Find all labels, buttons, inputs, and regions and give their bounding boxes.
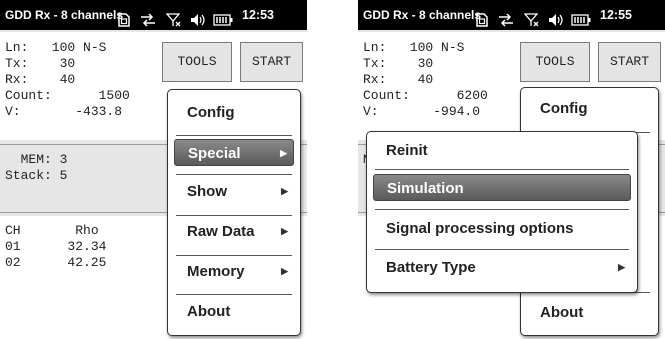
submenu-item-reinit[interactable]: Reinit [373,137,631,164]
voltage-readout: V: -433.8 [5,104,123,119]
start-button[interactable]: START [240,42,303,82]
stack-readout: Stack: 5 [5,168,68,183]
app-title[interactable]: GDD Rx - 8 channels [5,0,123,30]
submenu-item-signal-processing[interactable]: Signal processing options [373,215,631,242]
menu-item-label: Battery Type [386,259,476,276]
device-screen-1: GDD Rx - 8 channels 12:53 Ln: 100 N-S Tx… [0,0,307,339]
menu-item-config[interactable]: Config [527,95,652,122]
menu-item-label: Raw Data [187,223,255,240]
menu-item-show[interactable]: Show ▶ [174,178,294,205]
chevron-right-icon: ▶ [618,262,625,272]
mem-readout: MEM: 3 [5,152,68,167]
menu-separator [375,169,629,170]
menu-separator [176,294,292,295]
submenu-item-battery-type[interactable]: Battery Type ▶ [373,254,631,281]
menu-item-memory[interactable]: Memory ▶ [174,258,294,285]
menu-separator [375,209,629,210]
chevron-right-icon: ▶ [280,148,287,158]
clock: 12:53 [242,8,274,22]
app-title[interactable]: GDD Rx - 8 channels [363,0,481,30]
chevron-right-icon: ▶ [281,186,288,196]
menu-item-label: Special [188,145,241,162]
menu-item-about[interactable]: About [527,299,652,326]
menu-item-label: Memory [187,263,245,280]
chevron-right-icon: ▶ [281,226,288,236]
count-readout: Count: 1500 [5,88,130,103]
line-readout: Ln: 100 N-S [5,40,107,55]
tx-readout: Tx: 30 [363,56,434,71]
count-readout: Count: 6200 [363,88,488,103]
voltage-readout: V: -994.0 [363,104,481,119]
menu-item-label: Show [187,183,227,200]
status-bar: GDD Rx - 8 channels 12:53 [0,0,307,30]
menu-item-config[interactable]: Config [174,99,294,126]
menu-item-special[interactable]: Special ▶ [174,139,294,166]
special-submenu: Reinit Simulation Signal processing opti… [366,131,638,293]
menu-item-raw-data[interactable]: Raw Data ▶ [174,218,294,245]
table-row[interactable]: 02 42.25 [5,255,106,270]
tools-button[interactable]: TOOLS [162,42,232,82]
menu-separator [176,215,292,216]
tools-button[interactable]: TOOLS [520,42,590,82]
tools-menu: Config Special ▶ Show ▶ Raw Data ▶ Memor… [167,89,301,336]
rx-readout: Rx: 40 [5,72,76,87]
grid-header: CH Rho [5,223,99,238]
menu-separator [176,174,292,175]
menu-separator [176,135,292,136]
start-button[interactable]: START [598,42,661,82]
rx-readout: Rx: 40 [363,72,434,87]
submenu-item-simulation[interactable]: Simulation [373,174,631,201]
clock: 12:55 [600,8,632,22]
menu-separator [375,249,629,250]
menu-separator [176,255,292,256]
line-readout: Ln: 100 N-S [363,40,465,55]
status-bar: GDD Rx - 8 channels 12:55 [358,0,665,30]
device-screen-2: GDD Rx - 8 channels 12:55 Ln: 100 N-S Tx… [358,0,665,339]
menu-item-about[interactable]: About [174,298,294,325]
table-row[interactable]: 01 32.34 [5,239,106,254]
chevron-right-icon: ▶ [281,266,288,276]
tx-readout: Tx: 30 [5,56,76,71]
